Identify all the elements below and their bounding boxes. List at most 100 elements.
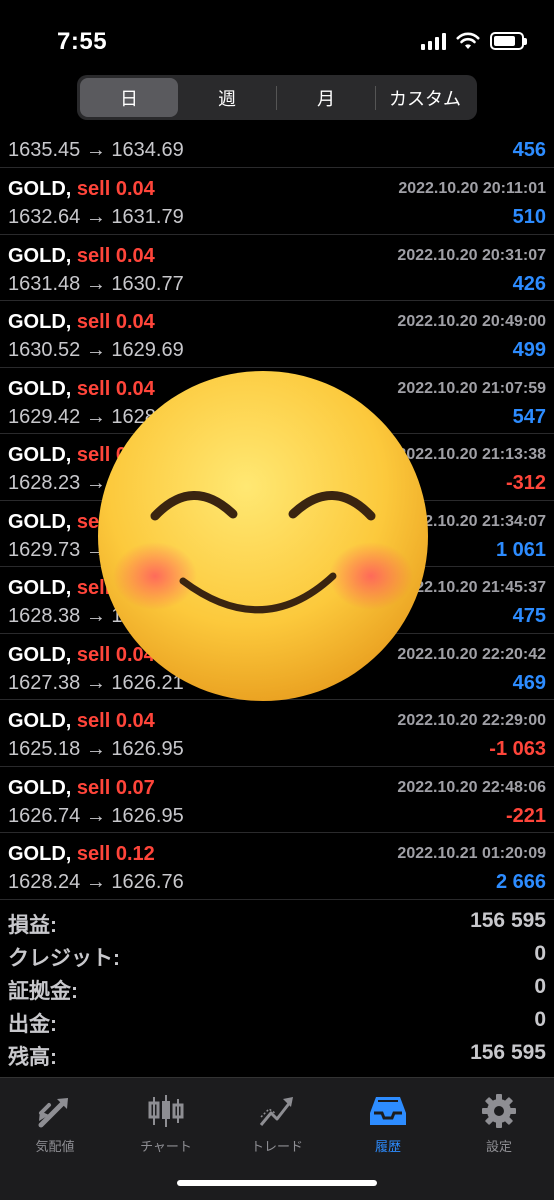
summary-label: 損益: xyxy=(8,914,57,937)
trade-symbol-name: GOLD, xyxy=(8,311,72,333)
cellular-signal-icon xyxy=(421,32,446,50)
account-summary: 損益: 156 595 クレジット: 0 証拠金: 0 出金: 0 残高: 15… xyxy=(0,905,554,1070)
trade-row[interactable]: GOLD, sell 0.04 2022.10.20 20:31:07 1631… xyxy=(0,235,554,301)
trade-symbol: GOLD, sell 0.04 xyxy=(8,311,155,334)
tab-label: トレード xyxy=(250,1139,303,1154)
status-bar: 7:55 xyxy=(0,0,554,70)
trade-row[interactable]: GOLD, sell 0.04 2022.10.20 21:34:07 1629… xyxy=(0,501,554,567)
tab-label: 気配値 xyxy=(35,1139,75,1154)
trade-history-list: 1635.45 → 1634.69 456 GOLD, sell 0.04 20… xyxy=(0,136,554,900)
summary-profit-row: 損益: 156 595 xyxy=(0,905,554,938)
trade-symbol-name: GOLD, xyxy=(8,776,72,799)
trade-date: 2022.10.20 22:20:42 xyxy=(397,645,546,663)
trade-symbol: GOLD, sell 0.04 xyxy=(8,378,155,401)
summary-label: 残高: xyxy=(8,1046,57,1069)
trade-line-icon xyxy=(227,1090,327,1132)
summary-value: 0 xyxy=(534,942,546,965)
trade-prices: 1635.45 → 1634.69 xyxy=(8,139,184,161)
tab-chart[interactable]: チャート xyxy=(116,1090,216,1155)
trade-profit: 426 xyxy=(512,272,546,295)
trade-row[interactable]: GOLD, sell 0.04 2022.10.20 21:07:59 1629… xyxy=(0,368,554,434)
tab-quotes[interactable]: 気配値 xyxy=(5,1090,105,1155)
trade-symbol: GOLD, sell 0.07 xyxy=(8,777,155,800)
trade-symbol: GOLD, sell 0.04 xyxy=(8,245,155,268)
trade-prices: 1625.18 → 1626.95 xyxy=(8,738,184,760)
summary-credit-row: クレジット: 0 xyxy=(0,938,554,971)
summary-label: クレジット: xyxy=(8,947,120,970)
tab-trade[interactable]: トレード xyxy=(227,1090,327,1155)
tab-history[interactable]: 履歴 xyxy=(338,1090,438,1155)
settings-gear-icon xyxy=(449,1090,549,1132)
trade-row[interactable]: 1635.45 → 1634.69 456 xyxy=(0,136,554,168)
trade-symbol-name: GOLD, xyxy=(8,577,72,599)
trade-row[interactable]: GOLD, sell 0.04 2022.10.20 20:11:01 1632… xyxy=(0,168,554,235)
trade-date: 2022.10.20 21:07:59 xyxy=(397,379,546,397)
period-segmented-control: 日 週 月 カスタム xyxy=(77,75,477,120)
trade-profit: 547 xyxy=(512,405,546,428)
segment-day[interactable]: 日 xyxy=(80,78,178,117)
trade-prices: 1628.23 → 1629.01 xyxy=(8,472,184,494)
trade-date: 2022.10.20 20:31:07 xyxy=(397,246,546,264)
trade-date: 2022.10.20 21:45:37 xyxy=(397,579,546,596)
quotes-arrows-icon xyxy=(5,1090,105,1132)
trade-side: sell 0.04 xyxy=(76,710,155,732)
summary-value: 156 595 xyxy=(470,1041,546,1064)
trade-prices: 1629.42 → 1628.8 xyxy=(8,405,173,428)
segment-week[interactable]: 週 xyxy=(178,78,276,117)
trade-side: sell 0.04 xyxy=(76,510,155,533)
trade-prices: 1631.48 → 1630.77 xyxy=(8,272,184,295)
trade-profit: 469 xyxy=(512,671,546,694)
trade-profit: 499 xyxy=(512,339,546,361)
battery-icon xyxy=(490,32,527,50)
trade-symbol-name: GOLD, xyxy=(8,510,72,533)
segment-custom[interactable]: カスタム xyxy=(376,78,474,117)
trade-row[interactable]: GOLD, sell 0.04 2022.10.20 20:49:00 1630… xyxy=(0,301,554,368)
tab-label: 履歴 xyxy=(374,1139,401,1154)
trade-symbol: GOLD, sell 0.12 xyxy=(8,843,155,866)
trade-row[interactable]: GOLD, sell 0.04 2022.10.20 21:45:37 1628… xyxy=(0,567,554,634)
trade-symbol: GOLD, sell 0.04 xyxy=(8,178,155,201)
trade-date: 2022.10.20 20:49:00 xyxy=(397,313,546,330)
trade-date: 2022.10.20 21:34:07 xyxy=(397,512,546,530)
trade-profit: -221 xyxy=(505,804,546,827)
trade-date: 2022.10.20 20:11:01 xyxy=(398,180,546,197)
trade-row[interactable]: GOLD, sell 0.07 2022.10.20 22:48:06 1626… xyxy=(0,767,554,833)
candlestick-chart-icon xyxy=(116,1090,216,1132)
trade-side: sell 0.04 xyxy=(76,178,155,200)
trade-side: sell 0.04 xyxy=(76,244,155,267)
summary-withdrawal-row: 出金: 0 xyxy=(0,1004,554,1037)
trade-profit: -312 xyxy=(505,472,546,494)
trade-row[interactable]: GOLD, sell 0.12 2022.10.21 01:20:09 1628… xyxy=(0,833,554,900)
trade-symbol: GOLD, sell 0.04 xyxy=(8,444,155,467)
summary-label: 証拠金: xyxy=(8,980,78,1003)
trade-row[interactable]: GOLD, sell 0.04 2022.10.20 22:29:00 1625… xyxy=(0,700,554,767)
trade-symbol: GOLD, sell 0.04 xyxy=(8,710,155,733)
trade-profit: -1 063 xyxy=(489,738,546,760)
trade-side: sell 0.12 xyxy=(76,843,155,865)
trade-date: 2022.10.20 22:48:06 xyxy=(397,778,546,796)
trade-side: sell 0.04 xyxy=(76,444,155,466)
trade-date: 2022.10.20 22:29:00 xyxy=(397,712,546,729)
trade-prices: 1628.24 → 1626.76 xyxy=(8,871,184,893)
trade-date: 2022.10.21 01:20:09 xyxy=(397,845,546,862)
summary-value: 0 xyxy=(534,1008,546,1031)
trade-prices: 1627.38 → 1626.21 xyxy=(8,671,184,694)
trade-symbol-name: GOLD, xyxy=(8,843,72,865)
tab-settings[interactable]: 設定 xyxy=(449,1090,549,1155)
trade-symbol-name: GOLD, xyxy=(8,377,72,400)
trade-prices: 1628.38 → 1627.19 xyxy=(8,605,184,627)
wifi-icon xyxy=(456,32,480,49)
summary-value: 0 xyxy=(534,975,546,998)
trade-side: sell 0.04 xyxy=(76,643,155,666)
trade-row[interactable]: GOLD, sell 0.04 2022.10.20 21:13:38 1628… xyxy=(0,434,554,501)
trade-profit: 475 xyxy=(512,605,546,627)
trade-side: sell 0.04 xyxy=(76,311,155,333)
trade-side: sell 0.07 xyxy=(76,776,155,799)
segment-month[interactable]: 月 xyxy=(277,78,375,117)
trade-prices: 1626.74 → 1626.95 xyxy=(8,804,184,827)
summary-label: 出金: xyxy=(8,1013,57,1036)
trade-symbol: GOLD, sell 0.04 xyxy=(8,511,155,534)
trade-prices: 1632.64 → 1631.79 xyxy=(8,206,184,228)
trade-row[interactable]: GOLD, sell 0.04 2022.10.20 22:20:42 1627… xyxy=(0,634,554,700)
trade-symbol: GOLD, sell 0.04 xyxy=(8,644,155,667)
